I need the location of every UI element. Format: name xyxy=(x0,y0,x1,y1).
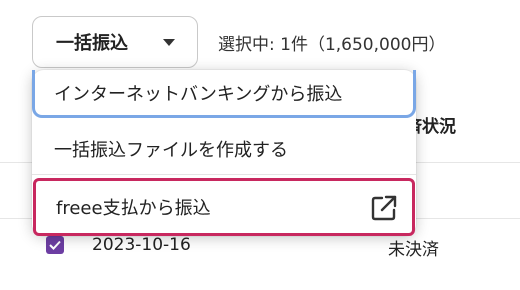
bulk-transfer-dropdown: インターネットバンキングから振込 一括振込ファイルを作成する freee支払から… xyxy=(32,70,416,236)
bulk-transfer-button-label: 一括振込 xyxy=(56,33,128,54)
row-status: 未決済 xyxy=(388,240,439,260)
check-icon xyxy=(49,240,61,250)
menu-item-internet-banking[interactable]: インターネットバンキングから振込 xyxy=(32,70,416,118)
menu-item-label: freee支払から振込 xyxy=(56,198,211,219)
external-link-icon xyxy=(371,195,397,221)
menu-item-create-bulk-file[interactable]: 一括振込ファイルを作成する xyxy=(32,126,416,172)
menu-divider xyxy=(32,174,416,175)
menu-item-freee-payment[interactable]: freee支払から振込 xyxy=(33,178,415,236)
menu-item-label: インターネットバンキングから振込 xyxy=(54,83,343,105)
row-checkbox[interactable] xyxy=(46,236,64,254)
bulk-transfer-button[interactable]: 一括振込 xyxy=(32,16,198,68)
menu-item-label: 一括振込ファイルを作成する xyxy=(54,140,288,161)
caret-down-icon xyxy=(163,39,175,46)
selection-summary: 選択中: 1件（1,650,000円） xyxy=(218,35,446,55)
row-date: 2023-10-16 xyxy=(92,235,191,255)
